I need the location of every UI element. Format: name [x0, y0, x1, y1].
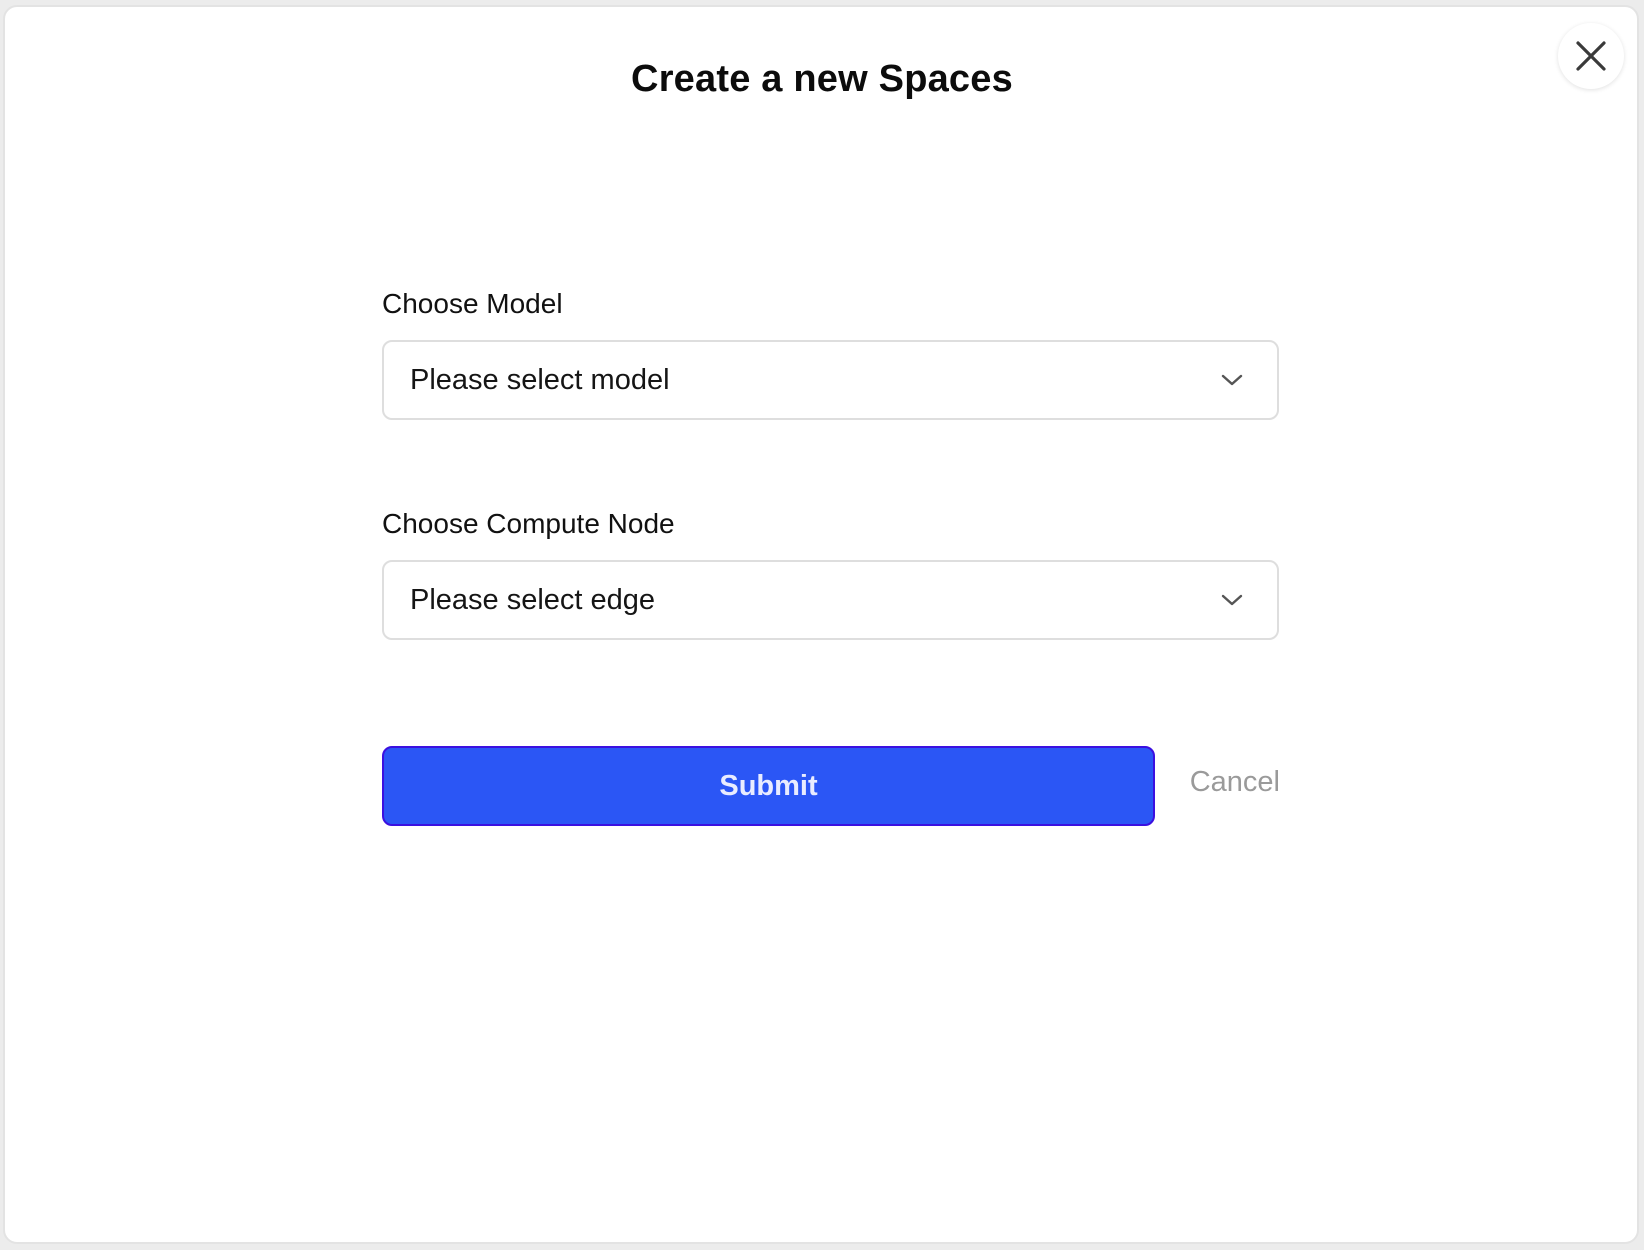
chevron-down-icon: [1217, 585, 1247, 615]
cancel-button[interactable]: Cancel: [1186, 766, 1280, 799]
compute-node-select[interactable]: Please select edge: [382, 560, 1279, 640]
compute-node-select-value: Please select edge: [410, 583, 656, 616]
chevron-down-icon: [1217, 365, 1247, 395]
model-select[interactable]: Please select model: [382, 340, 1279, 420]
compute-node-label: Choose Compute Node: [382, 508, 675, 539]
submit-button[interactable]: Submit: [382, 746, 1155, 826]
model-label: Choose Model: [382, 288, 563, 319]
dialog-title: Create a new Spaces: [631, 58, 1013, 100]
model-select-value: Please select model: [410, 363, 670, 396]
